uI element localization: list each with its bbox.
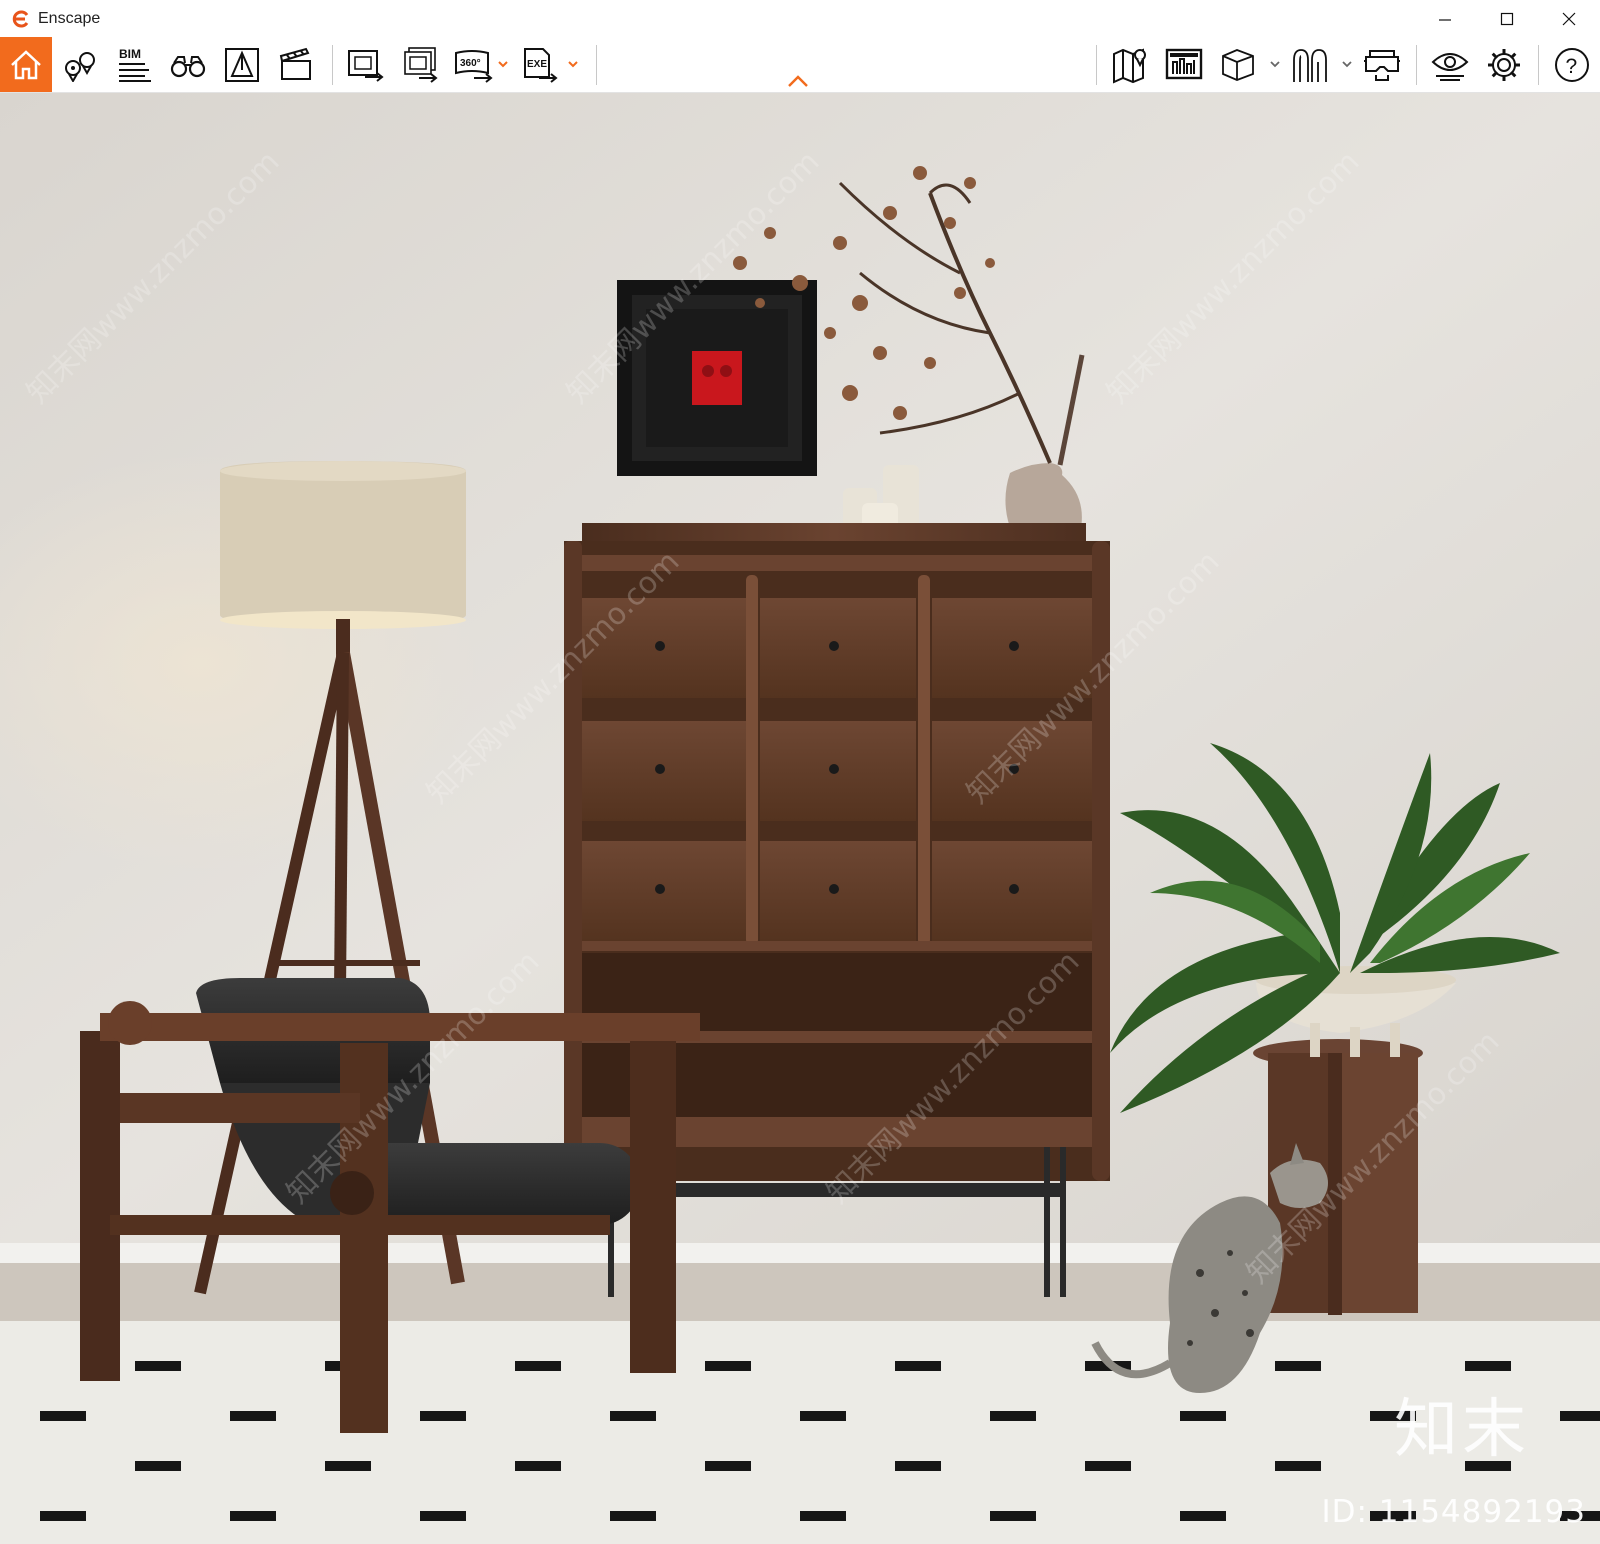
location-pins-icon <box>65 52 95 82</box>
close-button[interactable] <box>1538 0 1600 37</box>
export-screenshot-button[interactable] <box>344 43 388 87</box>
visual-settings-icon <box>1431 53 1469 81</box>
svg-text:360°: 360° <box>460 58 481 69</box>
bim-icon: BIM <box>119 47 151 82</box>
vr-headset-icon <box>1364 50 1400 81</box>
arches-button[interactable] <box>1288 43 1332 87</box>
bim-button[interactable]: BIM <box>112 43 156 87</box>
toolbar-separator <box>1538 45 1539 85</box>
rendered-scene <box>0 93 1600 1544</box>
window-title: Enscape <box>38 9 101 27</box>
chevron-up-icon[interactable] <box>786 73 810 89</box>
views-button[interactable] <box>166 43 210 87</box>
cube-view-button[interactable] <box>1216 43 1260 87</box>
chevron-down-icon[interactable] <box>496 57 510 71</box>
home-button[interactable] <box>0 37 52 92</box>
perspective-button[interactable] <box>220 43 264 87</box>
toolbar-separator <box>596 45 597 85</box>
location-pins-button[interactable] <box>58 43 102 87</box>
toolbar-separator <box>332 45 333 85</box>
asset-library-icon <box>1165 48 1203 80</box>
map-button[interactable] <box>1108 43 1152 87</box>
render-viewport[interactable]: 知末网www.znzmo.com 知末网www.znzmo.com 知末网www… <box>0 93 1600 1544</box>
export-screenshot-icon <box>348 50 384 82</box>
svg-text:?: ? <box>1566 55 1578 78</box>
watermark-id: ID: 1154892193 <box>1321 1494 1586 1530</box>
asset-library-button[interactable] <box>1162 43 1206 87</box>
batch-render-icon <box>404 47 438 83</box>
batch-render-button[interactable] <box>398 43 442 87</box>
help-button[interactable]: ? <box>1550 43 1594 87</box>
maximize-button[interactable] <box>1476 0 1538 37</box>
svg-text:EXE: EXE <box>527 59 547 70</box>
enscape-logo-icon <box>12 10 30 28</box>
watermark-brand: 知末 <box>1394 1393 1530 1467</box>
export-panorama-icon: 360° <box>455 50 493 83</box>
vr-headset-button[interactable] <box>1360 43 1404 87</box>
chevron-down-icon[interactable] <box>1340 57 1354 71</box>
toolbar-separator <box>1096 45 1097 85</box>
export-exe-icon: EXE <box>524 48 558 83</box>
svg-text:BIM: BIM <box>119 47 141 61</box>
toolbar: BIM 360° EXE ? <box>0 37 1600 93</box>
clapperboard-icon <box>279 47 311 80</box>
minimize-button[interactable] <box>1414 0 1476 37</box>
visual-settings-button[interactable] <box>1428 43 1472 87</box>
video-editor-button[interactable] <box>274 43 318 87</box>
arches-icon <box>1293 49 1327 82</box>
perspective-icon <box>225 48 259 82</box>
chevron-down-icon[interactable] <box>566 57 580 71</box>
export-panorama-button[interactable]: 360° <box>452 43 496 87</box>
chevron-down-icon[interactable] <box>1268 57 1282 71</box>
map-icon <box>1113 48 1146 84</box>
home-icon <box>11 49 41 79</box>
help-icon: ? <box>1555 48 1589 82</box>
export-exe-button[interactable]: EXE <box>518 43 562 87</box>
settings-button[interactable] <box>1482 43 1526 87</box>
cube-view-icon <box>1222 49 1254 81</box>
title-bar: Enscape <box>0 0 1600 37</box>
toolbar-separator <box>1416 45 1417 85</box>
settings-gear-icon <box>1488 49 1520 81</box>
binoculars-icon <box>170 56 206 78</box>
